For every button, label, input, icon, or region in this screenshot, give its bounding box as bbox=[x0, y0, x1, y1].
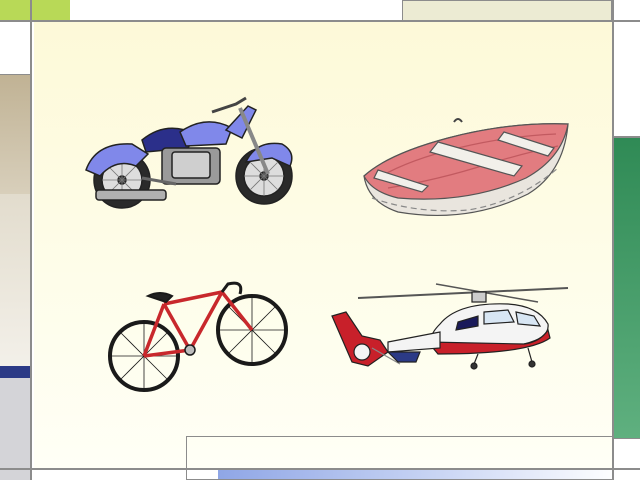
left-strip-bottom bbox=[0, 378, 30, 480]
frame-line bbox=[612, 0, 614, 480]
frame-line bbox=[0, 20, 640, 22]
bottom-frame-box bbox=[186, 436, 614, 480]
frame-line bbox=[0, 74, 30, 75]
right-green-bar bbox=[614, 136, 640, 438]
boat-icon bbox=[363, 118, 569, 216]
top-left-accent-block bbox=[0, 0, 70, 20]
bicycle-icon bbox=[108, 281, 288, 392]
left-strip-top bbox=[0, 74, 30, 194]
frame-line bbox=[30, 0, 32, 480]
frame-line bbox=[612, 136, 640, 138]
left-strip-mid bbox=[0, 194, 30, 366]
helicopter-icon bbox=[331, 283, 569, 370]
frame-line bbox=[612, 438, 640, 439]
slide-content-panel bbox=[34, 22, 612, 468]
left-navy-band bbox=[0, 366, 30, 378]
motorcycle-icon bbox=[85, 96, 293, 209]
